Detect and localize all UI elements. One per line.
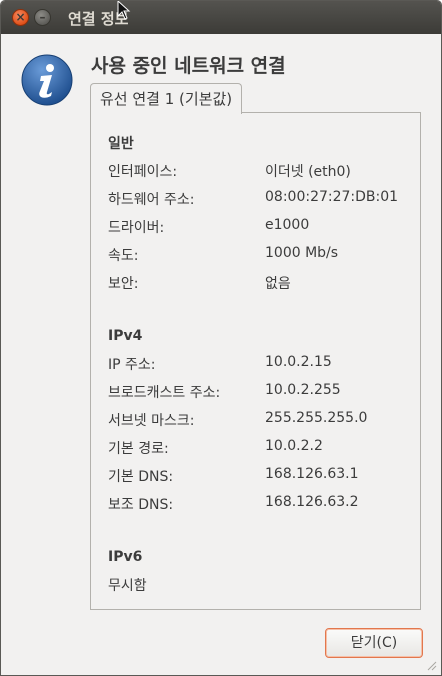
label-hardware-address: 하드웨어 주소: (108, 192, 195, 208)
value-hardware-address: 08:00:27:27:DB:01 (265, 189, 399, 205)
value-primary-dns: 168.126.63.1 (265, 466, 359, 482)
minimize-icon[interactable]: – (34, 9, 51, 26)
label-broadcast-address: 브로드캐스트 주소: (108, 385, 221, 401)
label-secondary-dns: 보조 DNS: (108, 497, 174, 513)
close-button[interactable]: 닫기(C) (325, 628, 423, 658)
close-icon[interactable]: × (12, 9, 29, 26)
value-default-route: 10.0.2.2 (265, 438, 323, 454)
label-speed: 속도: (108, 248, 139, 264)
label-security: 보안: (108, 276, 139, 292)
value-driver: e1000 (265, 217, 310, 233)
value-speed: 1000 Mb/s (265, 245, 339, 261)
value-ip-address: 10.0.2.15 (265, 354, 332, 370)
label-subnet-mask: 서브넷 마스크: (108, 413, 195, 429)
resize-grip-icon[interactable] (425, 659, 437, 671)
value-broadcast-address: 10.0.2.255 (265, 382, 341, 398)
label-interface: 인터페이스: (108, 164, 178, 180)
section-title-general: 일반 (108, 136, 134, 152)
section-title-ipv4: IPv4 (108, 328, 143, 344)
mouse-cursor-icon (117, 1, 131, 20)
label-ipv6-ignored: 무시함 (108, 578, 147, 594)
tab-wired-connection-1[interactable]: 유선 연결 1 (기본값) (90, 83, 243, 114)
label-primary-dns: 기본 DNS: (108, 469, 174, 485)
connection-info-window: × – 연결 정보 사용 중인 네트워크 연결 유선 연결 1 (기본값) 일반… (0, 0, 442, 676)
page-title: 사용 중인 네트워크 연결 (91, 55, 286, 77)
label-ip-address: IP 주소: (108, 357, 156, 373)
label-driver: 드라이버: (108, 220, 165, 236)
value-secondary-dns: 168.126.63.2 (265, 494, 359, 510)
label-default-route: 기본 경로: (108, 441, 169, 457)
title-bar[interactable]: × – 연결 정보 (1, 1, 441, 34)
value-interface: 이더넷 (eth0) (265, 164, 351, 180)
value-security: 없음 (265, 276, 291, 292)
value-subnet-mask: 255.255.255.0 (265, 410, 368, 426)
section-title-ipv6: IPv6 (108, 549, 143, 565)
info-icon (21, 54, 73, 106)
connection-details-panel: 일반 인터페이스: 이더넷 (eth0) 하드웨어 주소: 08:00:27:2… (90, 112, 421, 610)
